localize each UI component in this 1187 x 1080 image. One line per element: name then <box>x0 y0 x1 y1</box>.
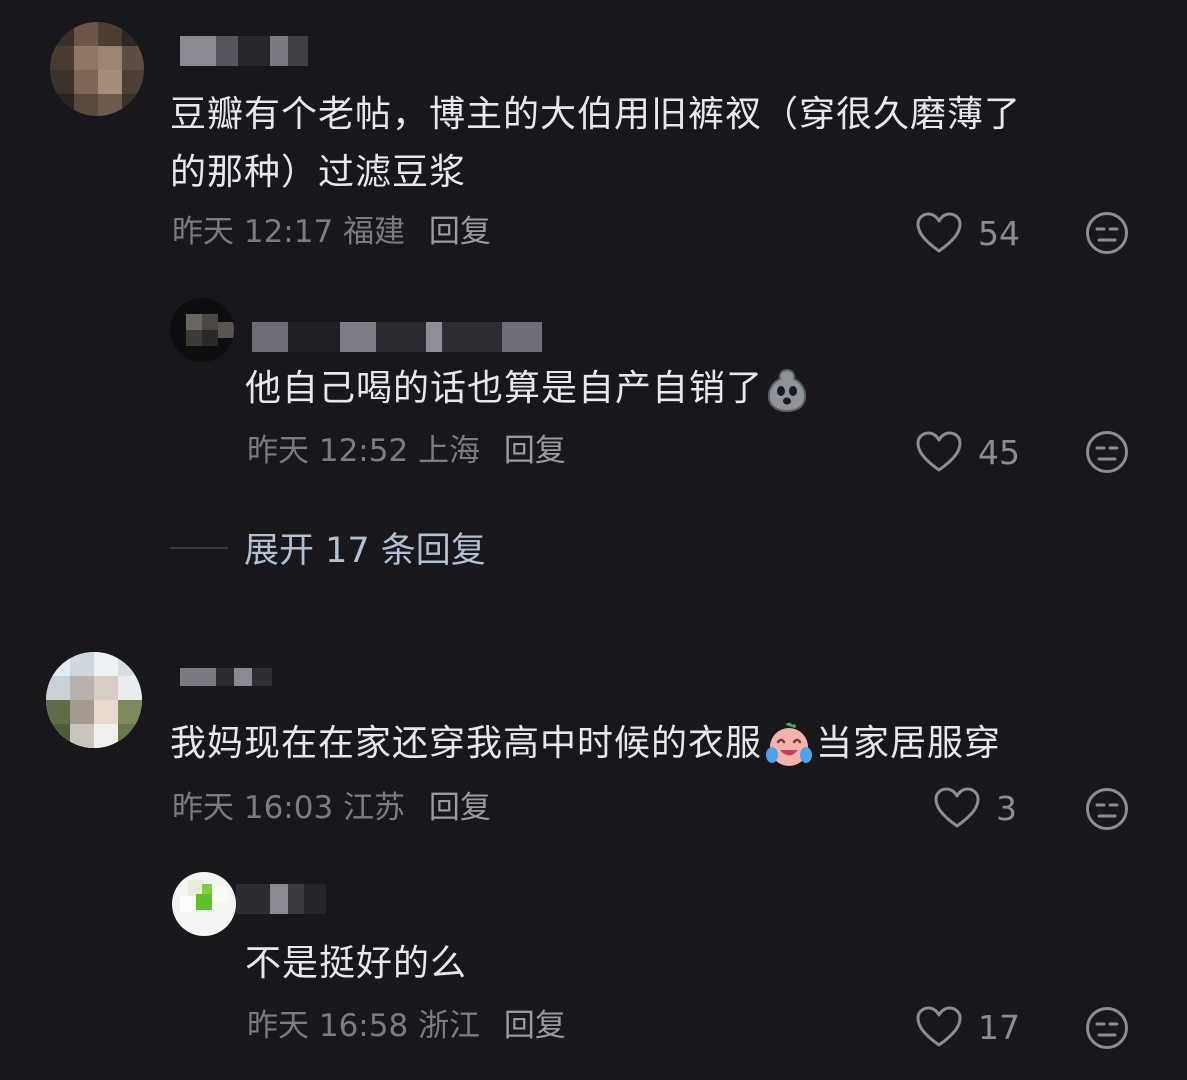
reply-avatar[interactable] <box>170 298 234 362</box>
like-button[interactable]: 17 <box>916 1005 1020 1049</box>
reply-button[interactable]: 回复 <box>504 1008 566 1044</box>
expressionless-face-icon <box>1086 431 1128 473</box>
comment-meta: 昨天 16:03 江苏 回复 <box>172 788 491 828</box>
heart-outline-icon <box>916 1006 962 1047</box>
heart-outline-icon <box>916 212 962 253</box>
comment-location: 福建 <box>343 214 406 250</box>
username-redacted[interactable] <box>252 322 562 352</box>
reply-location: 浙江 <box>418 1008 481 1044</box>
comment-time: 昨天 16:03 <box>172 790 334 826</box>
comment-text: 豆瓣有个老帖，博主的大伯用旧裤衩（穿很久磨薄了 的那种）过滤豆浆 <box>170 94 1022 193</box>
reply-meta: 昨天 16:58 浙江 回复 <box>247 1006 566 1046</box>
divider <box>170 546 228 549</box>
reply-button[interactable]: 回复 <box>429 790 491 826</box>
reply-time: 昨天 12:52 <box>247 433 409 469</box>
emoji-react-button[interactable] <box>1085 787 1129 831</box>
comment-meta: 昨天 12:17 福建 回复 <box>172 212 491 252</box>
username-redacted[interactable] <box>180 36 330 66</box>
like-button[interactable]: 54 <box>916 211 1020 255</box>
expand-replies-button[interactable]: 展开 17 条回复 <box>170 522 486 573</box>
like-count: 45 <box>978 432 1020 472</box>
emoji-react-button[interactable] <box>1085 1006 1129 1050</box>
comment-time: 昨天 12:17 <box>172 214 334 250</box>
expressionless-face-icon <box>1086 1007 1128 1049</box>
reply-avatar[interactable] <box>172 872 236 936</box>
like-count: 54 <box>978 213 1020 253</box>
comment-list: 豆瓣有个老帖，博主的大伯用旧裤衩（穿很久磨薄了 的那种）过滤豆浆 昨天 12:1… <box>0 0 1187 1080</box>
gourd-ghost-emoji <box>767 368 807 413</box>
like-button[interactable]: 3 <box>934 786 1017 830</box>
reply-button[interactable]: 回复 <box>429 214 491 250</box>
like-button[interactable]: 45 <box>916 430 1020 474</box>
heart-outline-icon <box>916 431 962 472</box>
avatar[interactable] <box>50 22 144 116</box>
reply-location: 上海 <box>418 433 481 469</box>
reply-text: 他自己喝的话也算是自产自销了 <box>245 360 811 418</box>
reply-time: 昨天 16:58 <box>247 1008 409 1044</box>
reply-text: 不是挺好的么 <box>245 943 468 984</box>
username-redacted[interactable] <box>236 884 326 914</box>
expressionless-face-icon <box>1086 212 1128 254</box>
like-count: 17 <box>978 1007 1020 1047</box>
username-redacted[interactable] <box>180 668 272 686</box>
comment-text: 我妈现在在家还穿我高中时候的衣服 当家居服穿 <box>170 715 1001 773</box>
crying-laughing-emoji <box>766 722 813 766</box>
expand-replies-label: 展开 17 条回复 <box>244 531 486 571</box>
avatar[interactable] <box>46 652 142 748</box>
heart-outline-icon <box>934 787 980 828</box>
emoji-react-button[interactable] <box>1085 211 1129 255</box>
expressionless-face-icon <box>1086 788 1128 830</box>
reply-meta: 昨天 12:52 上海 回复 <box>247 431 566 471</box>
reply-button[interactable]: 回复 <box>504 433 566 469</box>
like-count: 3 <box>996 788 1017 828</box>
comment-location: 江苏 <box>343 790 406 826</box>
emoji-react-button[interactable] <box>1085 430 1129 474</box>
